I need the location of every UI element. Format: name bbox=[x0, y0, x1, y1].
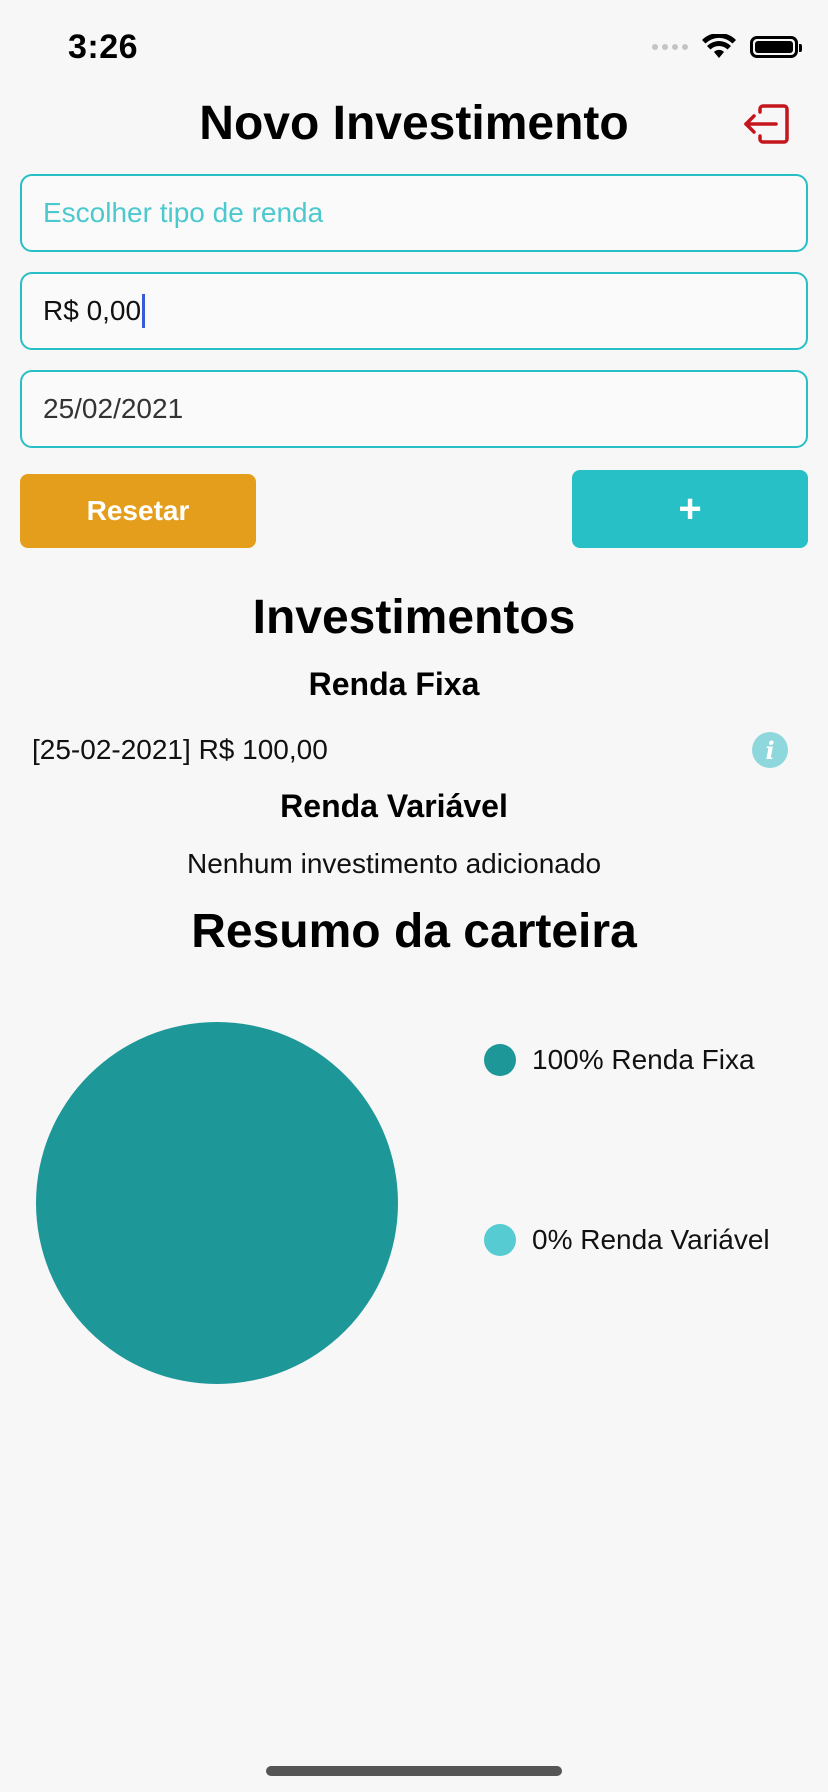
status-time: 3:26 bbox=[68, 28, 139, 66]
home-indicator bbox=[266, 1766, 562, 1776]
cellular-signal-icon bbox=[652, 44, 688, 50]
screen: 3:26 Novo Investimento Escolher tipo de … bbox=[0, 0, 828, 1792]
pie-slice-renda-fixa bbox=[36, 1022, 398, 1384]
add-button-label: + bbox=[678, 486, 702, 531]
reset-button-label: Resetar bbox=[86, 495, 190, 526]
text-caret bbox=[142, 294, 146, 328]
portfolio-summary-title: Resumo da carteira bbox=[191, 905, 637, 958]
legend-item-variable: 0% Renda Variável bbox=[484, 1224, 770, 1256]
status-icons bbox=[652, 34, 802, 60]
legend-item-fixed: 100% Renda Fixa bbox=[484, 1044, 755, 1076]
empty-state-text: Nenhum investimento adicionado bbox=[186, 848, 602, 879]
fixed-income-title: Renda Fixa bbox=[308, 666, 480, 702]
date-value: 25/02/2021 bbox=[43, 393, 184, 424]
list-item: [25-02-2021] R$ 100,00 bbox=[32, 734, 328, 765]
battery-icon bbox=[750, 36, 802, 58]
logout-icon[interactable] bbox=[742, 104, 790, 144]
info-icon[interactable]: i bbox=[752, 732, 788, 768]
investments-title: Investimentos bbox=[252, 591, 576, 644]
legend-label: 100% Renda Fixa bbox=[532, 1044, 755, 1075]
reset-button[interactable]: Resetar bbox=[20, 474, 256, 548]
page-title: Novo Investimento bbox=[199, 97, 629, 150]
amount-input[interactable]: R$ 0,00 bbox=[20, 272, 808, 350]
legend-dot bbox=[484, 1224, 516, 1256]
legend-dot bbox=[484, 1044, 516, 1076]
income-type-placeholder: Escolher tipo de renda bbox=[43, 197, 324, 228]
amount-value: R$ 0,00 bbox=[43, 295, 142, 326]
wifi-icon bbox=[702, 34, 736, 58]
variable-income-title: Renda Variável bbox=[280, 788, 508, 824]
add-button[interactable]: + bbox=[572, 470, 808, 548]
income-type-select[interactable]: Escolher tipo de renda bbox=[20, 174, 808, 252]
portfolio-pie-chart bbox=[36, 1022, 398, 1384]
date-input[interactable]: 25/02/2021 bbox=[20, 370, 808, 448]
legend-label: 0% Renda Variável bbox=[532, 1224, 770, 1255]
